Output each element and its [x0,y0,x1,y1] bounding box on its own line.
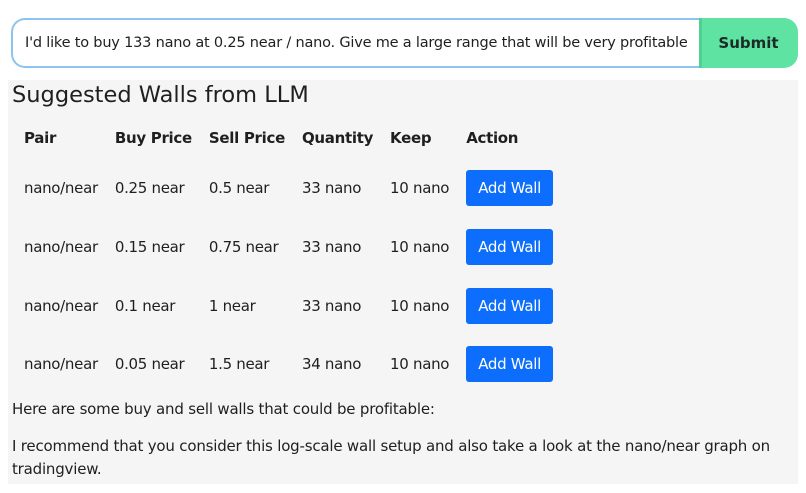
sell-price-cell: 1 near [208,296,256,315]
suggested-walls-panel: Suggested Walls from LLM Pair Buy Price … [8,80,798,484]
quantity-cell: 33 nano [301,296,362,315]
submit-button[interactable]: Submit [699,18,798,68]
buy-price-cell: 0.05 near [114,354,185,373]
quantity-cell: 34 nano [301,354,362,373]
column-header-action: Action [466,129,519,147]
recommendation-text: I recommend that you consider this log-s… [12,437,770,478]
quantity-cell: 33 nano [301,237,362,256]
pair-cell: nano/near [24,354,98,373]
column-header-quantity: Quantity [301,129,374,147]
table-row: nano/near 0.1 near 1 near 33 nano 10 nan… [15,276,561,335]
pair-cell: nano/near [24,237,98,256]
sell-price-cell: 1.5 near [208,354,270,373]
column-header-buy-price: Buy Price [114,129,192,147]
add-wall-button[interactable]: Add Wall [466,169,553,206]
pair-cell: nano/near [24,178,98,197]
column-header-sell-price: Sell Price [208,129,285,147]
add-wall-button[interactable]: Add Wall [466,228,553,265]
quantity-cell: 33 nano [301,178,362,197]
prompt-input[interactable] [11,18,699,68]
action-cell: Add Wall [457,276,561,335]
add-wall-button[interactable]: Add Wall [466,287,553,324]
prompt-form: Submit [11,18,798,68]
table-row: nano/near 0.05 near 1.5 near 34 nano 10 … [15,335,561,392]
keep-cell: 10 nano [390,178,450,197]
summary-text: Here are some buy and sell walls that co… [12,400,435,418]
pair-cell: nano/near [24,296,98,315]
table-row: nano/near 0.25 near 0.5 near 33 nano 10 … [15,158,561,217]
buy-price-cell: 0.1 near [114,296,176,315]
buy-price-cell: 0.25 near [114,178,185,197]
table-header-row: Pair Buy Price Sell Price Quantity Keep … [15,118,561,158]
column-header-pair: Pair [24,129,57,147]
buy-price-cell: 0.15 near [114,237,185,256]
table-row: nano/near 0.15 near 0.75 near 33 nano 10… [15,217,561,276]
keep-cell: 10 nano [390,354,450,373]
keep-cell: 10 nano [390,296,450,315]
panel-title: Suggested Walls from LLM [12,82,309,108]
action-cell: Add Wall [457,217,561,276]
add-wall-button[interactable]: Add Wall [466,345,553,382]
keep-cell: 10 nano [390,237,450,256]
sell-price-cell: 0.75 near [208,237,279,256]
column-header-keep: Keep [390,129,432,147]
action-cell: Add Wall [457,158,561,217]
action-cell: Add Wall [457,335,561,392]
walls-table: Pair Buy Price Sell Price Quantity Keep … [15,118,561,392]
sell-price-cell: 0.5 near [208,178,270,197]
